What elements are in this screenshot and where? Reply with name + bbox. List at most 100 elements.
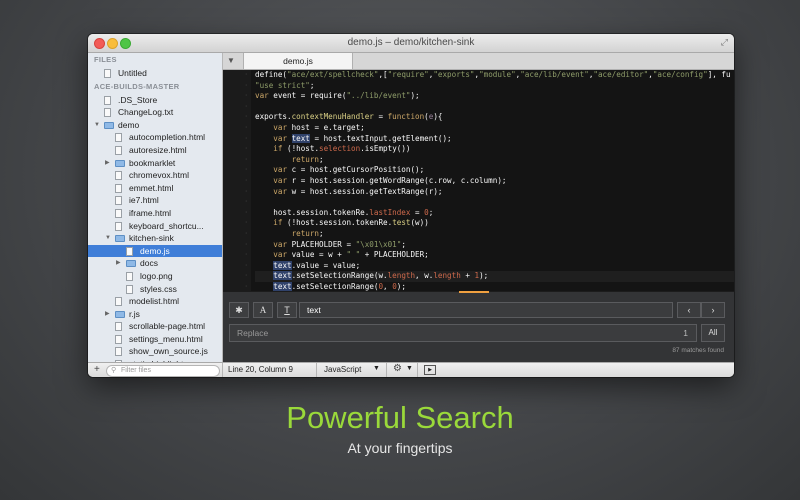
code-token: "\x01\x01" (355, 239, 402, 249)
project-header: ACE-BUILDS-MASTER (94, 81, 180, 91)
cursor-position[interactable]: Line 20, Column 9 (228, 365, 293, 374)
tree-item-label: docs (140, 258, 158, 269)
previous-match-button[interactable]: ‹ (677, 302, 701, 318)
gutter-row: · (244, 102, 248, 110)
tree-file[interactable]: ie7.html (88, 194, 222, 207)
tree-file[interactable]: styles.css (88, 283, 222, 296)
code-token: " " (346, 250, 361, 260)
code-line[interactable]: var c = host.getCursorPosition(); (255, 165, 734, 176)
tree-item-label: emmet.html (129, 182, 174, 193)
panel-toggle-icon[interactable]: ▶ (424, 365, 436, 375)
code-line[interactable]: text.setSelectionRange(w.length, w.lengt… (255, 271, 734, 282)
disclosure-open-icon[interactable]: ▼ (94, 119, 100, 132)
tree-folder[interactable]: ▶ docs (88, 257, 222, 270)
tree-item-label: show_own_source.js (129, 346, 208, 357)
code-token: .isEmpty()) (360, 144, 411, 154)
code-token: "module" (479, 70, 516, 79)
tree-file[interactable]: modelist.html (88, 295, 222, 308)
tree-file[interactable]: scrollable-page.html (88, 320, 222, 333)
search-input[interactable]: text (299, 302, 673, 318)
case-sensitive-button[interactable]: A (253, 302, 273, 318)
code-line[interactable]: var host = e.target; (255, 123, 734, 134)
code-line[interactable]: text.setSelectionRange(0, 0); (255, 281, 734, 291)
disclosure-closed-icon[interactable]: ▶ (105, 308, 110, 321)
code-line[interactable]: var PLACEHOLDER = "\x01\x01"; (255, 240, 734, 251)
tree-folder[interactable]: ▼ demo (88, 119, 222, 132)
disclosure-open-icon[interactable]: ▼ (105, 232, 111, 245)
chevron-right-icon: › (711, 305, 715, 315)
code-token: length (387, 271, 416, 281)
tree-file[interactable]: .DS_Store (88, 94, 222, 107)
tree-file[interactable]: demo.js (88, 244, 222, 258)
tree-item-label: modelist.html (129, 296, 180, 307)
tree-folder[interactable]: ▼ kitchen-sink (88, 232, 222, 245)
gutter-row: · (244, 81, 248, 89)
code-line[interactable]: var text = host.textInput.getElement(); (255, 133, 734, 145)
code-token: ; (428, 207, 434, 217)
current-match-count: 1 (683, 328, 688, 338)
tree-folder[interactable]: ▶ r.js (88, 308, 222, 321)
language-selector[interactable]: JavaScript (324, 365, 361, 374)
tree-file[interactable]: settings_menu.html (88, 333, 222, 346)
replace-placeholder: Replace (237, 328, 269, 338)
gutter-row: · (244, 92, 248, 100)
filter-files-input[interactable]: ⚲ Filter files (106, 365, 220, 377)
code-token: var (273, 239, 288, 249)
tree-file[interactable]: Untitled (88, 67, 222, 80)
gear-icon[interactable]: ⚙ (393, 363, 402, 374)
tree-file[interactable]: chromevox.html (88, 169, 222, 182)
tree-file[interactable]: autocompletion.html (88, 131, 222, 144)
code-token: ; (309, 80, 315, 90)
tree-file[interactable]: keyboard_shortcu... (88, 220, 222, 233)
code-line[interactable]: "use strict"; (255, 81, 734, 92)
code-line[interactable]: var r = host.session.getWordRange(c.row,… (255, 176, 734, 187)
code-line[interactable]: text.value = value; (255, 260, 734, 272)
title-bar[interactable]: demo.js – demo/kitchen-sink ⤢ (88, 34, 734, 53)
code-line[interactable]: return; (255, 229, 734, 240)
language-dropdown-icon[interactable]: ▼ (373, 365, 380, 372)
code-line[interactable]: host.session.tokenRe.lastIndex = 0; (255, 208, 734, 219)
code-token: selection (319, 144, 361, 154)
code-line[interactable]: return; (255, 155, 734, 166)
code-line[interactable]: define("ace/ext/spellcheck",["require","… (255, 70, 734, 81)
code-line[interactable]: var event = require("../lib/event"); (255, 91, 734, 102)
replace-input[interactable]: Replace 1 (229, 324, 697, 342)
replace-all-button[interactable]: All (701, 324, 725, 342)
whole-word-button[interactable]: T (277, 302, 297, 318)
code-line[interactable] (255, 197, 734, 208)
code-token: r = host.session.getWordRange(c.row, c.c… (287, 175, 507, 185)
fullscreen-icon[interactable]: ⤢ (721, 37, 728, 48)
code-line[interactable]: if (!host.session.tokenRe.test(w)) (255, 218, 734, 229)
gutter-row: · (244, 229, 248, 237)
tree-file[interactable]: emmet.html (88, 182, 222, 195)
disclosure-closed-icon[interactable]: ▶ (105, 157, 110, 170)
tab-demo-js[interactable]: demo.js (243, 53, 353, 69)
tree-file[interactable]: ChangeLog.txt (88, 106, 222, 119)
code-line[interactable]: if (!host.selection.isEmpty()) (255, 144, 734, 155)
code-line[interactable]: var value = w + " " + PLACEHOLDER; (255, 250, 734, 261)
disclosure-closed-icon[interactable]: ▶ (116, 257, 121, 270)
add-file-button[interactable]: + (94, 364, 100, 375)
code-token: var (273, 175, 288, 185)
code-line[interactable]: var w = host.session.getTextRange(r); (255, 187, 734, 198)
tree-file[interactable]: iframe.html (88, 207, 222, 220)
tree-folder[interactable]: ▶ bookmarklet (88, 157, 222, 170)
code-editor[interactable]: ························ define("ace/ext… (223, 70, 734, 291)
code-token: (!host.session.tokenRe. (282, 218, 393, 228)
code-token: ; (401, 239, 406, 249)
tree-item-label: Untitled (118, 68, 147, 78)
code-content[interactable]: define("ace/ext/spellcheck",["require", "… (255, 70, 734, 291)
files-header: FILES (94, 55, 117, 64)
tab-menu-icon[interactable]: ▼ (227, 56, 235, 65)
tree-file[interactable]: autoresize.html (88, 144, 222, 157)
code-line[interactable]: exports.contextMenuHandler = function(e)… (255, 112, 734, 123)
settings-dropdown-icon[interactable]: ▼ (406, 365, 413, 372)
next-match-button[interactable]: › (701, 302, 725, 318)
regex-toggle-button[interactable]: ✱ (229, 302, 249, 318)
code-line[interactable] (255, 102, 734, 113)
tree-file[interactable]: logo.png (88, 270, 222, 283)
tree-file[interactable]: show_own_source.js (88, 345, 222, 358)
